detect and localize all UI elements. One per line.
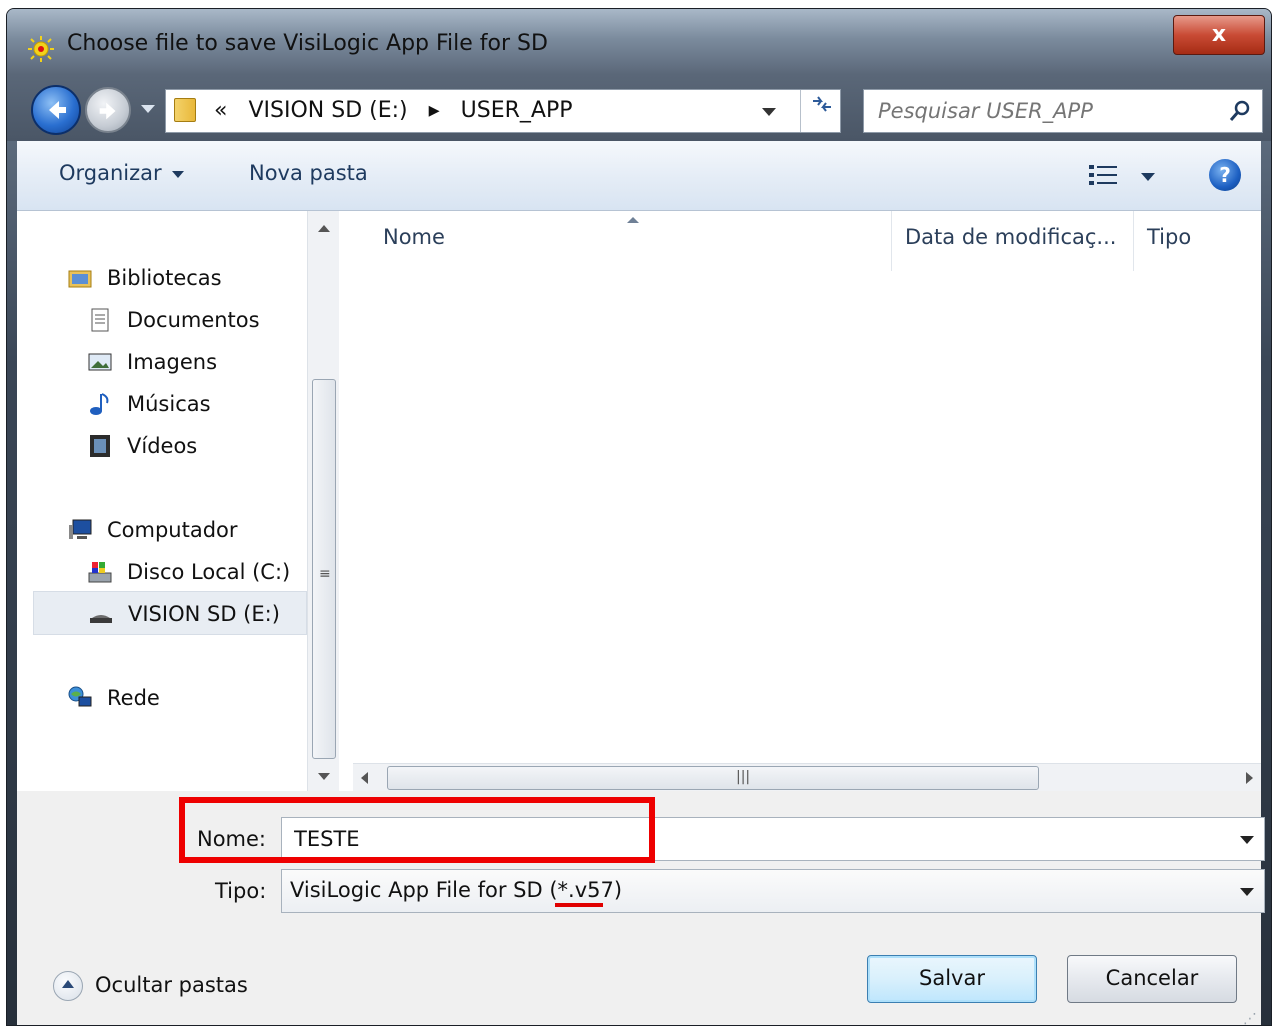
extension-underline-annotation	[555, 903, 603, 907]
save-button[interactable]: Salvar	[867, 955, 1037, 1003]
address-row: « VISION SD (E:) ▸ USER_APP	[7, 75, 1271, 141]
scrollbar-thumb[interactable]: ≡	[312, 379, 336, 759]
document-icon	[91, 308, 109, 332]
breadcrumb-folder[interactable]: USER_APP	[461, 98, 573, 123]
scroll-grip-icon: ≡	[319, 566, 331, 582]
folder-icon	[174, 98, 196, 122]
highlight-annotation-box	[179, 797, 655, 863]
window-title: Choose file to save VisiLogic App File f…	[67, 31, 548, 56]
file-list: Nome Data de modificaç... Tipo |||	[347, 211, 1261, 791]
back-button[interactable]	[31, 85, 81, 135]
hide-folders-label[interactable]: Ocultar pastas	[95, 973, 248, 997]
video-icon	[90, 435, 110, 457]
refresh-icon	[812, 96, 831, 112]
help-icon[interactable]: ?	[1209, 159, 1241, 191]
breadcrumb-separator[interactable]: ▸	[429, 98, 440, 123]
horizontal-scrollbar[interactable]: |||	[353, 763, 1261, 791]
search-input[interactable]	[864, 90, 1214, 132]
refresh-button[interactable]	[800, 90, 842, 132]
computer-icon	[69, 519, 92, 539]
organize-label: Organizar	[59, 161, 162, 185]
new-folder-button[interactable]: Nova pasta	[249, 161, 368, 185]
title-bar: Choose file to save VisiLogic App File f…	[7, 9, 1271, 75]
scroll-right-icon[interactable]	[1246, 772, 1253, 784]
forward-arrow-icon	[99, 102, 116, 120]
breadcrumb-overflow[interactable]: «	[214, 98, 227, 123]
image-icon	[88, 353, 112, 371]
views-icon[interactable]	[1087, 163, 1121, 187]
navigation-pane: Bibliotecas Documentos Imagens Músicas V…	[17, 211, 307, 791]
sidebar-item-label: Computador	[107, 518, 238, 542]
address-dropdown-icon[interactable]	[762, 108, 776, 116]
sidebar-item-label: Imagens	[127, 350, 218, 374]
sidebar-item-label: Rede	[107, 686, 160, 710]
organize-menu[interactable]: Organizar	[59, 161, 184, 185]
sidebar-item-label: Músicas	[127, 392, 211, 416]
navigation-scrollbar[interactable]: ≡	[307, 211, 339, 791]
file-type-value: VisiLogic App File for SD (*.v57)	[290, 878, 623, 902]
cancel-button[interactable]: Cancelar	[1067, 955, 1237, 1003]
scroll-down-icon[interactable]	[318, 773, 330, 780]
forward-button[interactable]	[85, 87, 131, 133]
file-name-dropdown-icon[interactable]	[1240, 836, 1254, 844]
local-disk-icon	[88, 562, 112, 583]
views-dropdown-icon[interactable]	[1141, 173, 1155, 181]
address-bar[interactable]: « VISION SD (E:) ▸ USER_APP	[165, 89, 841, 133]
file-type-dropdown-icon[interactable]	[1240, 888, 1254, 896]
search-icon[interactable]	[1228, 99, 1252, 123]
search-box	[863, 89, 1263, 133]
file-type-label: Tipo:	[215, 879, 267, 903]
sidebar-item-label: Bibliotecas	[107, 266, 222, 290]
column-divider[interactable]	[891, 211, 892, 271]
sidebar-item-label: Vídeos	[127, 434, 198, 458]
save-dialog-window: Choose file to save VisiLogic App File f…	[6, 8, 1272, 1026]
column-header-tipo[interactable]: Tipo	[1147, 225, 1191, 249]
breadcrumb-drive[interactable]: VISION SD (E:)	[248, 98, 407, 123]
back-arrow-icon	[49, 101, 66, 119]
music-icon	[90, 393, 109, 415]
browser-area: Bibliotecas Documentos Imagens Músicas V…	[17, 211, 1261, 791]
file-type-select[interactable]: VisiLogic App File for SD (*.v57)	[281, 869, 1265, 913]
removable-drive-icon	[90, 615, 112, 623]
resize-grip-icon[interactable]: ⋰	[1243, 1011, 1257, 1025]
command-toolbar: Organizar Nova pasta ?	[17, 141, 1261, 211]
sidebar-item-label: Documentos	[127, 308, 260, 332]
network-icon	[68, 686, 92, 707]
scroll-left-icon[interactable]	[361, 772, 368, 784]
scroll-grip-icon: |||	[736, 769, 751, 785]
libraries-icon	[68, 270, 92, 288]
breadcrumb: « VISION SD (E:) ▸ USER_APP	[214, 98, 587, 123]
recent-locations-dropdown[interactable]	[141, 105, 155, 113]
sort-ascending-icon	[627, 217, 639, 223]
horizontal-scrollbar-thumb[interactable]: |||	[387, 766, 1039, 790]
column-divider[interactable]	[1133, 211, 1134, 271]
sidebar-item-label: VISION SD (E:)	[128, 602, 280, 626]
column-header-data[interactable]: Data de modificaç...	[905, 225, 1116, 249]
visilogic-app-icon	[28, 36, 54, 62]
save-form: Nome: Tipo: VisiLogic App File for SD (*…	[17, 791, 1265, 1025]
chevron-down-icon	[171, 170, 184, 178]
sidebar-item-label: Disco Local (C:)	[127, 560, 291, 584]
sidebar-item-vision-sd[interactable]: VISION SD (E:)	[33, 591, 307, 635]
hide-folders-toggle-icon[interactable]	[53, 971, 83, 1001]
close-button[interactable]: x	[1173, 15, 1265, 55]
column-header-nome[interactable]: Nome	[383, 225, 445, 249]
scroll-up-icon[interactable]	[318, 225, 330, 232]
